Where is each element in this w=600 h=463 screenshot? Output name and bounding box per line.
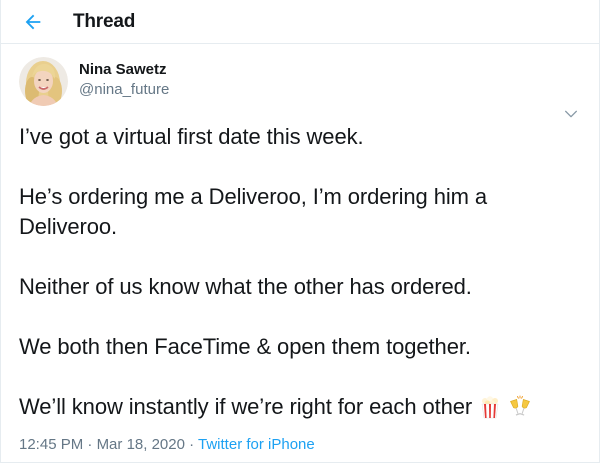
chevron-down-icon xyxy=(565,110,577,118)
author-name[interactable]: Nina Sawetz xyxy=(79,60,169,80)
author-info: Nina Sawetz @nina_future xyxy=(79,60,169,99)
author-handle[interactable]: @nina_future xyxy=(79,80,169,99)
tweet-paragraph-text: We’ll know instantly if we’re right for … xyxy=(19,394,473,419)
thread-page: Thread Nina Sawetz @nina_future I’ve got… xyxy=(0,0,600,463)
popcorn-icon xyxy=(478,395,502,419)
back-button[interactable] xyxy=(15,4,51,40)
clinking-glasses-icon xyxy=(508,395,532,419)
tweet-source-link[interactable]: Twitter for iPhone xyxy=(198,436,315,453)
avatar-image xyxy=(19,56,68,106)
tweet-text: I’ve got a virtual first date this week.… xyxy=(19,122,599,422)
tweet-meta: 12:45 PM · Mar 18, 2020 · Twitter for iP… xyxy=(19,435,599,455)
author-row: Nina Sawetz @nina_future xyxy=(19,56,599,106)
header-bar: Thread xyxy=(1,0,599,44)
tweet-paragraph: He’s ordering me a Deliveroo, I’m orderi… xyxy=(19,184,487,239)
tweet-paragraph: We both then FaceTime & open them togeth… xyxy=(19,334,471,359)
page-title: Thread xyxy=(73,10,136,32)
tweet-time[interactable]: 12:45 PM xyxy=(19,436,83,453)
meta-separator: · xyxy=(83,436,97,453)
arrow-left-icon xyxy=(25,14,41,29)
avatar[interactable] xyxy=(19,56,68,106)
meta-separator: · xyxy=(184,436,199,453)
tweet-paragraph-last: We’ll know instantly if we’re right for … xyxy=(19,392,579,422)
tweet: Nina Sawetz @nina_future I’ve got a virt… xyxy=(1,44,599,455)
tweet-paragraph: I’ve got a virtual first date this week. xyxy=(19,124,364,149)
tweet-paragraph: Neither of us know what the other has or… xyxy=(19,274,472,299)
tweet-date[interactable]: Mar 18, 2020 xyxy=(97,436,185,453)
tweet-menu-button[interactable] xyxy=(559,102,583,126)
